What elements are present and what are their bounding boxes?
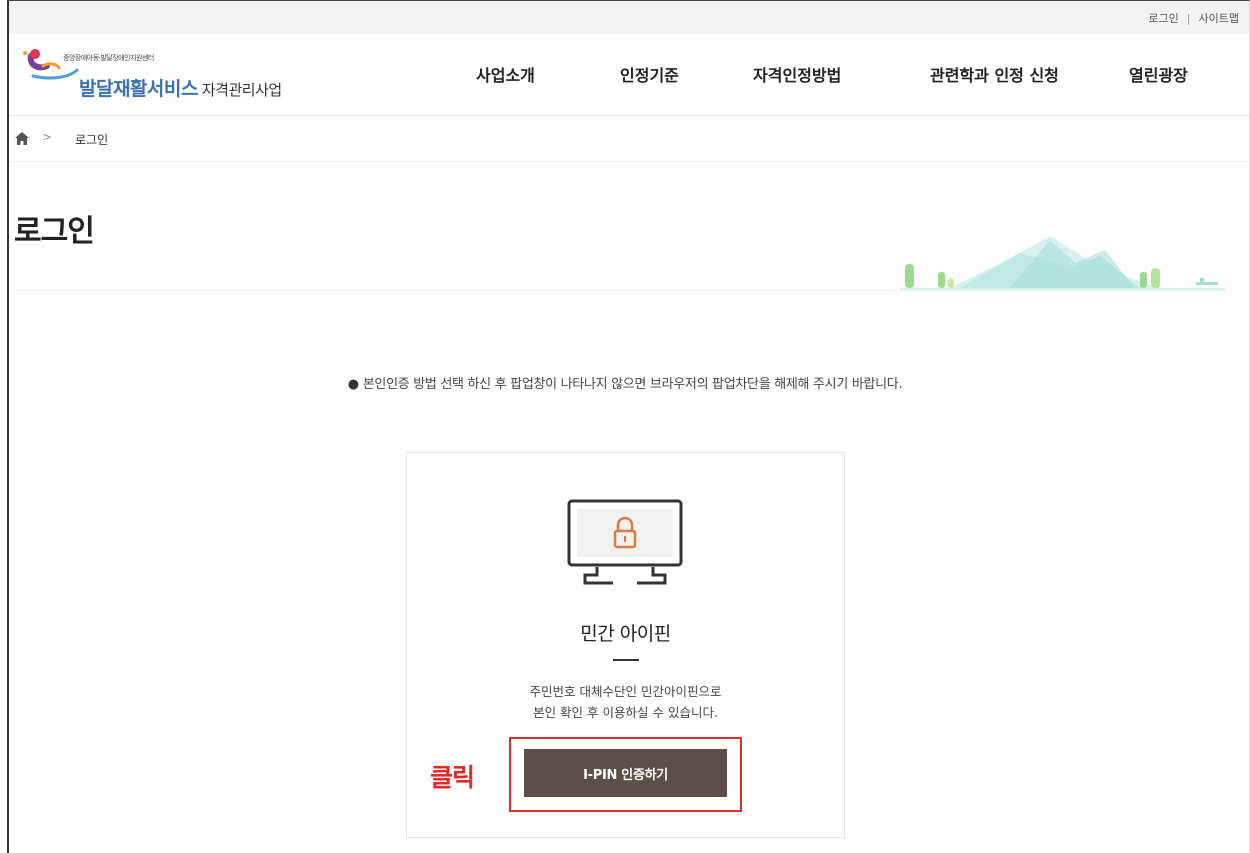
site-header: 중앙장애아동·발달장애인지원센터 발달재활서비스 자격관리사업 사업소개 인정기준… — [9, 34, 1249, 116]
util-separator: | — [1186, 11, 1191, 25]
breadcrumb-current: 로그인 — [75, 133, 109, 147]
logo-org-text: 중앙장애아동·발달장애인지원센터 — [63, 54, 154, 62]
breadcrumb-separator: > — [42, 130, 53, 144]
card-desc-line-1: 주민번호 대체수단인 민간아이핀으로 — [529, 684, 722, 699]
logo-mark-icon — [23, 49, 79, 80]
nav-item-method[interactable]: 자격인정방법 — [753, 62, 841, 86]
notice-bullet-icon: ● — [347, 377, 359, 392]
card-divider — [613, 659, 639, 661]
logo-sub-text: 자격관리사업 — [201, 81, 282, 99]
home-icon[interactable] — [15, 132, 29, 145]
page-title: 로그인 — [14, 214, 95, 249]
site-logo[interactable]: 중앙장애아동·발달장애인지원센터 발달재활서비스 자격관리사업 — [19, 44, 319, 104]
landscape-illustration — [900, 236, 1225, 290]
card-desc-line-2: 본인 확인 후 이용하실 수 있습니다. — [533, 705, 718, 720]
notice-text: 본인인증 방법 선택 하신 후 팝업창이 나타나지 않으면 브라우저의 팝업차단… — [362, 377, 903, 392]
popup-notice: ● 본인인증 방법 선택 하신 후 팝업창이 나타나지 않으면 브라우저의 팝업차… — [0, 373, 1250, 392]
nav-item-about[interactable]: 사업소개 — [476, 62, 535, 86]
util-login-link[interactable]: 로그인 — [1148, 10, 1178, 26]
logo-main-text: 발달재활서비스 — [79, 78, 198, 100]
util-sitemap-link[interactable]: 사이트맵 — [1199, 10, 1239, 26]
card-description: 주민번호 대체수단인 민간아이핀으로 본인 확인 후 이용하실 수 있습니다. — [407, 681, 844, 723]
card-title: 민간 아이핀 — [580, 623, 671, 645]
utility-links: 로그인 | 사이트맵 — [1148, 10, 1239, 26]
logo-title: 발달재활서비스 자격관리사업 — [79, 74, 282, 101]
monitor-lock-icon — [567, 499, 683, 585]
nav-item-criteria[interactable]: 인정기준 — [620, 62, 679, 86]
nav-item-square[interactable]: 열린광장 — [1129, 62, 1188, 86]
click-annotation-label: 클릭 — [430, 763, 475, 792]
breadcrumb: > 로그인 — [9, 117, 1249, 162]
nav-item-department[interactable]: 관련학과 인정 신청 — [930, 62, 1059, 86]
utility-bar: 로그인 | 사이트맵 — [9, 1, 1249, 34]
ipin-auth-button[interactable]: I-PIN 인증하기 — [524, 749, 727, 797]
title-divider — [16, 290, 1226, 291]
